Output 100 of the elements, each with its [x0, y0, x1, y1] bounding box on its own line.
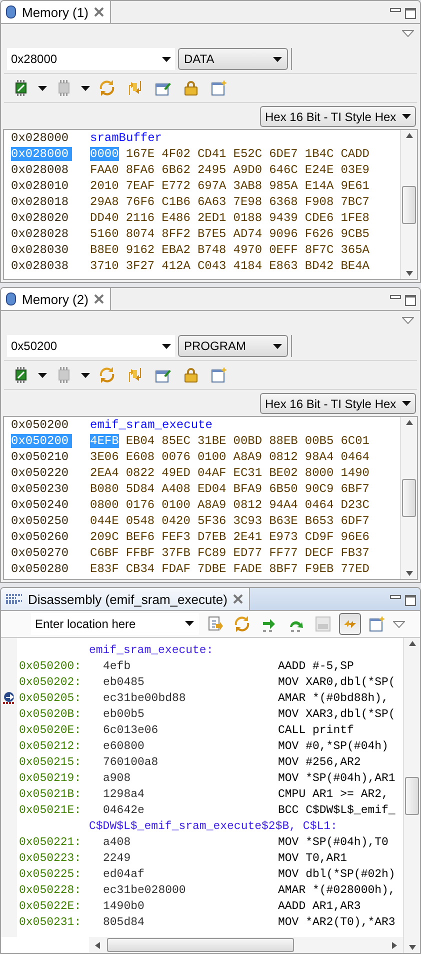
memory-word[interactable]: 03E9 — [340, 163, 370, 177]
memory-word[interactable]: 9E61 — [340, 179, 370, 193]
vertical-scrollbar[interactable] — [400, 417, 417, 579]
memory-word[interactable]: 5F36 — [197, 514, 226, 528]
address-field[interactable]: 0x50200 — [7, 335, 175, 357]
memory-word[interactable]: 2116 — [126, 211, 155, 225]
location-field[interactable]: Enter location here — [31, 613, 199, 635]
memory-word[interactable]: 6BF7 — [340, 482, 370, 496]
maximize-icon[interactable] — [405, 295, 416, 306]
memory-word[interactable]: BFA9 — [233, 482, 262, 496]
memory-word[interactable]: 2010 — [90, 179, 119, 193]
memory-word[interactable]: A9D0 — [233, 163, 262, 177]
scroll-arrow-icon[interactable] — [95, 942, 100, 948]
memory-word[interactable]: 2ED1 — [197, 211, 226, 225]
close-icon[interactable] — [94, 294, 104, 304]
scroll-arrow-icon[interactable] — [406, 271, 412, 276]
memory-word[interactable]: FAA0 — [90, 163, 119, 177]
memory-word[interactable]: 3F27 — [126, 259, 155, 273]
memory-word[interactable]: F9EB — [304, 562, 334, 576]
memory-word[interactable]: FEF3 — [162, 530, 190, 544]
memory-word[interactable]: 2E41 — [233, 530, 262, 544]
scroll-arrow-icon[interactable] — [406, 571, 412, 576]
view-menu-icon[interactable] — [402, 316, 414, 324]
memory-word[interactable]: 6C01 — [340, 434, 370, 448]
dropdown-arrow-icon[interactable] — [162, 56, 171, 62]
scroll-arrow-icon[interactable] — [392, 942, 397, 948]
memory-word[interactable]: C043 — [197, 259, 226, 273]
memory-word[interactable]: E973 — [269, 530, 298, 544]
memory-word[interactable]: B8E0 — [90, 243, 119, 257]
memory-word[interactable]: EC31 — [233, 466, 262, 480]
memory-word[interactable]: B748 — [197, 243, 226, 257]
memory-word[interactable]: 0EFF — [269, 243, 298, 257]
memory-word[interactable]: 0812 — [269, 450, 298, 464]
memory-word[interactable]: 37FB — [162, 546, 190, 560]
memory-word[interactable]: CB34 — [126, 562, 155, 576]
memory-word[interactable]: 4970 — [233, 243, 262, 257]
dropdown-arrow-icon[interactable] — [38, 86, 47, 90]
memory-word[interactable]: 8BF7 — [269, 562, 298, 576]
memory-word[interactable]: 6B50 — [269, 482, 298, 496]
memory-word[interactable]: 6DE7 — [269, 147, 298, 161]
memory-word[interactable]: 0176 — [126, 498, 155, 512]
memory-word[interactable]: 0076 — [162, 450, 190, 464]
address-field[interactable]: 0x28000 — [7, 48, 175, 70]
dropdown-arrow-icon[interactable] — [273, 344, 282, 348]
memory-word[interactable]: 0464 — [340, 450, 370, 464]
memory-word[interactable]: FFBF — [126, 546, 155, 560]
memory-word[interactable]: A8A9 — [233, 450, 262, 464]
memory-word[interactable]: CD41 — [197, 147, 226, 161]
close-icon[interactable] — [233, 594, 244, 604]
memory-word[interactable]: D7EB — [197, 530, 226, 544]
memory-word[interactable]: E608 — [126, 450, 155, 464]
view-menu-icon[interactable] — [393, 620, 405, 628]
minimize-icon[interactable] — [390, 295, 401, 300]
memory-word[interactable]: FB37 — [340, 546, 370, 560]
memory-word[interactable]: 9096 — [269, 227, 298, 241]
memory-word[interactable]: A8A9 — [197, 498, 226, 512]
memory-word[interactable]: EB04 — [126, 434, 155, 448]
memory-word[interactable]: 7E98 — [233, 195, 262, 209]
close-icon[interactable] — [94, 7, 104, 17]
memory-word[interactable]: BEF6 — [126, 530, 155, 544]
memory-word[interactable]: 2495 — [197, 163, 226, 177]
memory-word[interactable]: B63E — [269, 514, 298, 528]
scroll-arrow-icon[interactable] — [406, 133, 412, 138]
memory-word[interactable]: 8000 — [304, 466, 334, 480]
memory-word[interactable]: E486 — [162, 211, 190, 225]
memory-word[interactable]: 4184 — [233, 259, 262, 273]
memory-page-select[interactable]: DATA — [178, 48, 288, 70]
scroll-thumb[interactable] — [405, 776, 419, 814]
memory-word[interactable]: CDE6 — [304, 211, 334, 225]
memory-word[interactable]: 8FA6 — [126, 163, 155, 177]
memory-word[interactable]: 412A — [162, 259, 190, 273]
memory-word[interactable]: 4F02 — [162, 147, 190, 161]
memory-word[interactable]: BE4A — [340, 259, 370, 273]
memory-word[interactable]: 0800 — [90, 498, 119, 512]
dropdown-arrow-icon[interactable] — [81, 372, 90, 378]
memory-word[interactable]: 3710 — [90, 259, 119, 273]
scroll-thumb[interactable] — [402, 186, 416, 224]
memory-word[interactable]: 0188 — [233, 211, 262, 225]
scroll-thumb[interactable] — [107, 938, 294, 952]
memory-word[interactable]: BE02 — [269, 466, 298, 480]
memory-word[interactable]: 1FE8 — [340, 211, 370, 225]
dropdown-arrow-icon[interactable] — [402, 401, 411, 406]
memory-word[interactable]: 6368 — [269, 195, 298, 209]
memory-word[interactable]: FF77 — [269, 546, 298, 560]
memory-word[interactable]: F626 — [304, 227, 334, 241]
memory-word[interactable]: F908 — [304, 195, 334, 209]
scroll-arrow-icon[interactable] — [406, 420, 412, 425]
memory-word[interactable]: 6B62 — [162, 163, 190, 177]
minimize-icon[interactable] — [390, 595, 401, 600]
memory-word[interactable]: 31BE — [197, 434, 226, 448]
memory-word[interactable]: C1B6 — [162, 195, 190, 209]
memory-word[interactable]: 2EA4 — [90, 466, 119, 480]
memory-word[interactable]: 209C — [90, 530, 119, 544]
memory-word[interactable]: DECF — [304, 546, 334, 560]
memory-word[interactable]: 1B4C — [304, 147, 334, 161]
scroll-thumb[interactable] — [402, 479, 416, 517]
memory-word[interactable]: 6A63 — [197, 195, 226, 209]
memory-word[interactable]: 85EC — [162, 434, 190, 448]
dropdown-arrow-icon[interactable] — [185, 621, 194, 626]
memory-word[interactable]: E863 — [269, 259, 298, 273]
